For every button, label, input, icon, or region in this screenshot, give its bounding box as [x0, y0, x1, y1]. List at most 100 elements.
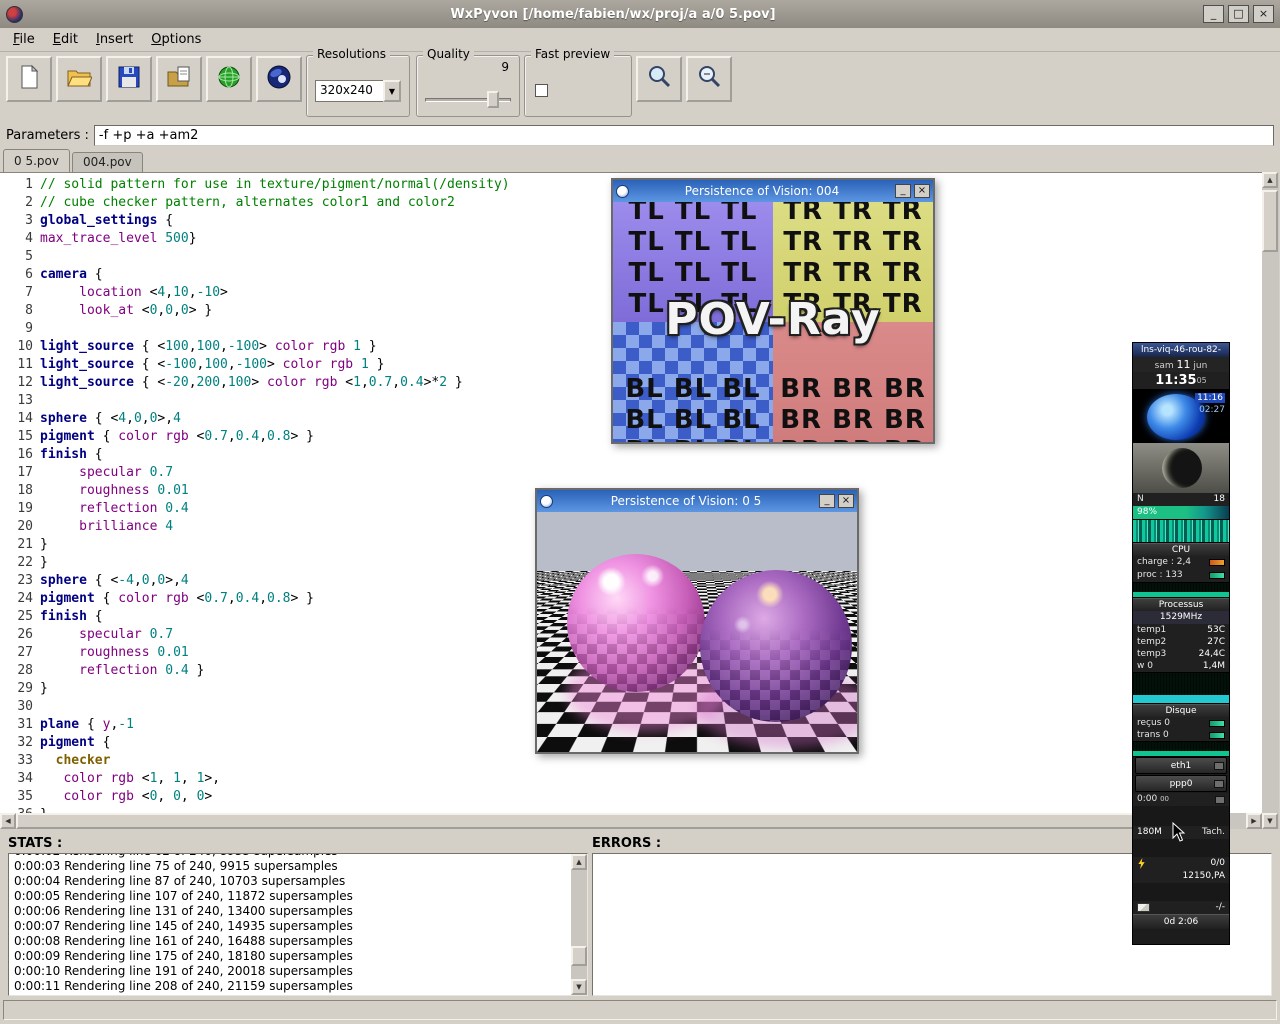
tab-004.pov[interactable]: 004.pov [72, 152, 143, 172]
save-all-button[interactable] [156, 56, 202, 102]
pov004-title: Persistence of Vision: 004 [632, 184, 892, 198]
quality-group-label: Quality [423, 47, 474, 61]
stats-panel[interactable]: 0:00:02 Rendering line 62 of 240, 8933 s… [8, 853, 588, 996]
resolution-select[interactable]: 320x240 ▼ [315, 80, 401, 102]
fast-preview-checkbox[interactable] [535, 84, 548, 97]
date-month: jun [1193, 361, 1207, 371]
monitor-spacer [1133, 883, 1229, 901]
mail-row: -/- [1133, 901, 1229, 914]
date-day: 11 [1177, 358, 1191, 371]
pov004-minimize-button[interactable]: _ [895, 184, 911, 198]
code-line: 36} [0, 806, 1262, 813]
editor-hscrollbar[interactable]: ◀ ▶ [0, 813, 1262, 829]
menu-options[interactable]: Options [142, 29, 210, 50]
tab-0 5.pov[interactable]: 0 5.pov [3, 149, 70, 172]
quadrant-label-row: BL BL BL [613, 436, 773, 442]
eth1-panel[interactable]: eth1 [1135, 757, 1227, 774]
menu-file[interactable]: File [4, 29, 44, 50]
folder-document-icon [166, 64, 192, 94]
vscroll-thumb[interactable] [1262, 190, 1278, 252]
fast-preview-group: Fast preview [524, 55, 632, 117]
magnifier-icon [646, 64, 672, 94]
resolution-value[interactable]: 320x240 [315, 80, 383, 102]
povray-logo-text: POV-Ray [613, 294, 933, 348]
moon-data-row: N 18 [1133, 493, 1229, 506]
purple-sphere [700, 570, 852, 722]
errors-label: ERRORS : [592, 836, 661, 851]
magnifier-icon [696, 64, 722, 94]
process-section-header[interactable]: Processus [1133, 598, 1229, 611]
stats-scroll-up-button[interactable]: ▲ [571, 854, 587, 870]
date-weekday: sam [1155, 361, 1174, 371]
ppp0-panel[interactable]: ppp0 [1135, 775, 1227, 792]
eth1-button[interactable] [1214, 762, 1224, 770]
temp3-row: temp3 24,4C [1133, 648, 1229, 660]
window-title: WxPyvon [/home/fabien/wx/proj/a a/0 5.po… [27, 7, 1199, 22]
pink-sphere [567, 554, 705, 692]
pov05-minimize-button[interactable]: _ [819, 494, 835, 508]
cpu-chart [1133, 582, 1229, 598]
pov05-titlebar[interactable]: Persistence of Vision: 0 5 _ × [537, 490, 857, 512]
close-button[interactable]: × [1253, 5, 1274, 23]
scroll-right-button[interactable]: ▶ [1246, 813, 1262, 829]
stats-scroll-down-button[interactable]: ▼ [571, 979, 587, 995]
mouse-cursor [1172, 822, 1185, 843]
zoom-1-button[interactable] [636, 56, 682, 102]
parameters-bar: Parameters : [0, 122, 1280, 149]
editor-vscrollbar[interactable]: ▲ ▼ [1262, 172, 1279, 829]
quality-slider-handle[interactable] [487, 91, 499, 108]
cpu-section-header[interactable]: CPU [1133, 543, 1229, 556]
swap-label: w 0 [1137, 660, 1153, 672]
stats-scrollbar[interactable]: ▲ ▼ [571, 854, 587, 995]
hscroll-thumb[interactable] [16, 813, 1230, 829]
timer-button[interactable] [1215, 796, 1225, 804]
open-file-button[interactable] [56, 56, 102, 102]
app-icon [6, 6, 23, 23]
stats-scroll-thumb[interactable] [571, 946, 587, 966]
stats-line: 0:00:03 Rendering line 75 of 240, 9915 s… [14, 859, 587, 874]
stats-line: 0:00:09 Rendering line 175 of 240, 18180… [14, 949, 587, 964]
resolutions-group: Resolutions 320x240 ▼ [306, 55, 410, 117]
monitor-clock: 11:3505 [1133, 372, 1229, 389]
clock-seconds: 05 [1197, 376, 1207, 385]
code-line: 35 color rgb <0, 0, 0> [0, 788, 1262, 806]
stats-line: 0:00:10 Rendering line 191 of 240, 20018… [14, 964, 587, 979]
menu-insert[interactable]: Insert [87, 29, 142, 50]
pov004-titlebar[interactable]: Persistence of Vision: 004 _ × [613, 180, 933, 202]
temp1-label: temp1 [1137, 624, 1166, 636]
scroll-down-button[interactable]: ▼ [1262, 813, 1278, 829]
pov004-close-button[interactable]: × [914, 184, 930, 198]
menu-edit[interactable]: Edit [44, 29, 87, 50]
ppp0-button[interactable] [1214, 780, 1224, 788]
titlebar[interactable]: WxPyvon [/home/fabien/wx/proj/a a/0 5.po… [0, 0, 1280, 28]
new-file-button[interactable] [6, 56, 52, 102]
pov05-close-button[interactable]: × [838, 494, 854, 508]
disk-section-header[interactable]: Disque [1133, 704, 1229, 717]
scroll-left-button[interactable]: ◀ [0, 813, 16, 829]
power-value: 0/0 [1211, 857, 1225, 870]
povray-launch-button[interactable] [256, 56, 302, 102]
parameters-input[interactable] [94, 125, 1274, 146]
quality-group: Quality 9 [416, 55, 520, 117]
minimize-button[interactable]: _ [1203, 5, 1224, 23]
resolution-dropdown-button[interactable]: ▼ [383, 80, 401, 102]
save-floppy-icon [116, 64, 142, 94]
clock-time: 11:35 [1155, 373, 1196, 388]
process-chart [1133, 672, 1229, 704]
save-file-button[interactable] [106, 56, 152, 102]
render-button[interactable] [206, 56, 252, 102]
maximize-button[interactable]: □ [1228, 5, 1249, 23]
moon-age: 18 [1214, 493, 1225, 506]
zoom-2-button[interactable] [686, 56, 732, 102]
cpu-proc-meter [1209, 572, 1225, 579]
system-monitor: lns-viq-46-rou-82- sam 11 jun 11:3505 11… [1132, 342, 1230, 945]
scroll-up-button[interactable]: ▲ [1262, 172, 1278, 188]
timezone-time-1: 11:16 [1195, 393, 1225, 403]
temp2-label: temp2 [1137, 636, 1166, 648]
code-line: 17 specular 0.7 [0, 464, 1262, 482]
quadrant-label-row: BL BL BL [613, 374, 773, 405]
quality-slider[interactable] [425, 90, 511, 108]
temp1-row: temp1 53C [1133, 624, 1229, 636]
pov-render-window-05: Persistence of Vision: 0 5 _ × [535, 488, 859, 754]
monitor-hostname[interactable]: lns-viq-46-rou-82- [1133, 343, 1229, 357]
